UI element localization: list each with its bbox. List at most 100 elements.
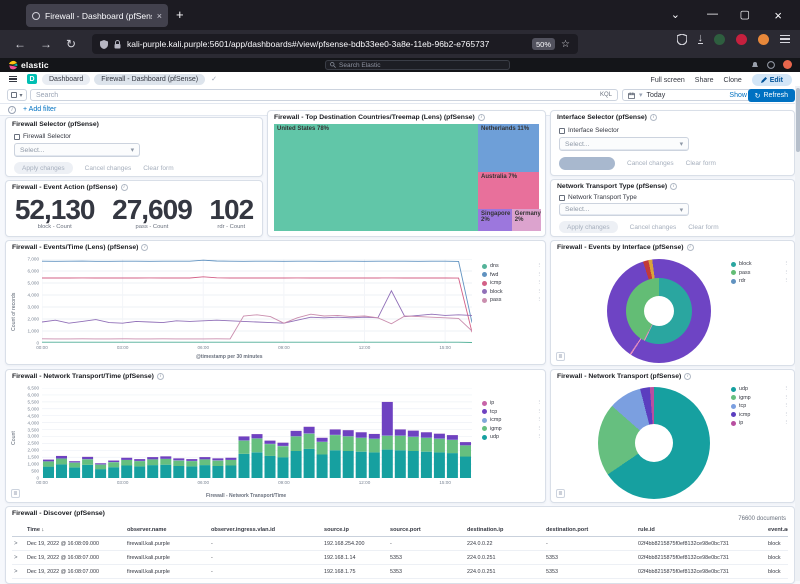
date-range-value[interactable]: Today bbox=[647, 92, 666, 99]
legend-item-udp[interactable]: udp⋮ bbox=[731, 386, 789, 392]
legend-item-rdr[interactable]: rdr⋮ bbox=[731, 278, 789, 284]
column-header[interactable]: event.action bbox=[766, 524, 788, 537]
interface-selector-dropdown[interactable]: Select...▾ bbox=[559, 137, 689, 151]
bar-chart[interactable] bbox=[42, 388, 472, 478]
info-icon[interactable]: i bbox=[157, 373, 164, 380]
global-search-input[interactable]: Search Elastic bbox=[325, 60, 510, 70]
legend-actions-icon[interactable]: ⋮ bbox=[537, 400, 543, 406]
legend-toggle-icon[interactable]: ≣ bbox=[556, 352, 565, 361]
dashboard-app-icon[interactable]: D bbox=[27, 74, 37, 84]
clear-form-button[interactable]: Clear form bbox=[686, 160, 716, 167]
legend-actions-icon[interactable]: ⋮ bbox=[784, 278, 790, 284]
legend-item-block[interactable]: block⋮ bbox=[482, 289, 542, 295]
legend-actions-icon[interactable]: ⋮ bbox=[784, 270, 790, 276]
cancel-changes-button[interactable]: Cancel changes bbox=[627, 160, 674, 167]
help-icon[interactable] bbox=[767, 61, 775, 69]
legend-actions-icon[interactable]: ⋮ bbox=[784, 261, 790, 267]
legend-actions-icon[interactable]: ⋮ bbox=[784, 386, 790, 392]
downloads-icon[interactable]: ↓ bbox=[698, 34, 704, 44]
row-expand-icon[interactable]: > bbox=[12, 551, 25, 565]
user-avatar[interactable] bbox=[783, 60, 792, 69]
extension-icon-green[interactable] bbox=[714, 34, 725, 45]
info-icon[interactable]: i bbox=[687, 244, 694, 251]
column-header[interactable]: source.ip bbox=[322, 524, 388, 537]
edit-button[interactable]: Edit bbox=[752, 74, 792, 86]
page-scrollbar[interactable] bbox=[795, 86, 800, 581]
legend-toggle-icon[interactable]: ≣ bbox=[11, 489, 20, 498]
legend-item-igmp[interactable]: igmp⋮ bbox=[731, 395, 789, 401]
legend-actions-icon[interactable]: ⋮ bbox=[537, 263, 543, 269]
treemap-slice[interactable]: Australia 7% bbox=[478, 172, 539, 208]
legend-item-pass[interactable]: pass⋮ bbox=[482, 297, 542, 303]
row-expand-icon[interactable]: > bbox=[12, 537, 25, 551]
breadcrumb-dashboard[interactable]: Dashboard bbox=[42, 74, 90, 85]
window-close-button[interactable]: × bbox=[774, 8, 782, 23]
fullscreen-link[interactable]: Full screen bbox=[651, 77, 685, 84]
clear-form-button[interactable]: Clear form bbox=[688, 224, 718, 231]
legend-item-ip[interactable]: ip⋮ bbox=[731, 420, 789, 426]
info-icon[interactable]: i bbox=[121, 184, 128, 191]
legend-actions-icon[interactable]: ⋮ bbox=[537, 280, 543, 286]
menu-hamburger-icon[interactable] bbox=[780, 33, 790, 45]
protections-shield-icon[interactable] bbox=[677, 34, 687, 45]
firewall-selector-dropdown[interactable]: Select...▾ bbox=[14, 143, 140, 157]
nav-menu-icon[interactable] bbox=[9, 74, 17, 84]
treemap-slice[interactable]: United States 78% bbox=[274, 124, 478, 231]
column-header[interactable]: observer.name bbox=[125, 524, 209, 537]
share-link[interactable]: Share bbox=[695, 77, 714, 84]
reload-icon[interactable]: ↻ bbox=[66, 37, 76, 51]
bookmark-star-icon[interactable]: ☆ bbox=[561, 39, 570, 50]
shield-permissions-icon[interactable] bbox=[100, 40, 108, 49]
info-icon[interactable]: i bbox=[670, 183, 677, 190]
window-minimize-button[interactable]: — bbox=[707, 8, 718, 20]
kql-badge[interactable]: KQL bbox=[600, 92, 612, 98]
scrollbar-thumb[interactable] bbox=[796, 88, 800, 152]
tab-close-icon[interactable]: × bbox=[157, 11, 162, 21]
account-icon[interactable] bbox=[758, 34, 769, 45]
add-filter-link[interactable]: + Add filter bbox=[23, 106, 56, 113]
refresh-button[interactable]: ↻ Refresh bbox=[748, 89, 795, 102]
legend-toggle-icon[interactable]: ≣ bbox=[556, 489, 565, 498]
cancel-changes-button[interactable]: Cancel changes bbox=[85, 165, 132, 172]
legend-actions-icon[interactable]: ⋮ bbox=[537, 289, 543, 295]
legend-actions-icon[interactable]: ⋮ bbox=[784, 420, 790, 426]
legend-item-fwd[interactable]: fwd⋮ bbox=[482, 272, 542, 278]
cancel-changes-button[interactable]: Cancel changes bbox=[630, 224, 677, 231]
info-icon[interactable]: i bbox=[478, 114, 485, 121]
transport-type-dropdown[interactable]: Select...▾ bbox=[559, 203, 689, 216]
zoom-level-badge[interactable]: 50% bbox=[532, 38, 555, 50]
legend-item-tcp[interactable]: tcp⋮ bbox=[482, 409, 542, 415]
back-icon[interactable]: ← bbox=[14, 37, 26, 51]
apply-changes-button[interactable]: Apply changes bbox=[559, 221, 618, 233]
clear-form-button[interactable]: Clear form bbox=[143, 165, 173, 172]
lock-icon[interactable] bbox=[114, 40, 121, 49]
apply-changes-button[interactable]: Apply changes bbox=[14, 162, 73, 174]
legend-actions-icon[interactable]: ⋮ bbox=[537, 297, 543, 303]
elastic-logo[interactable]: elastic bbox=[8, 60, 49, 70]
row-expand-icon[interactable]: > bbox=[12, 579, 25, 584]
legend-item-pass[interactable]: pass⋮ bbox=[731, 270, 789, 276]
treemap-slice[interactable]: Germany 2% bbox=[512, 209, 541, 231]
column-header[interactable]: source.port bbox=[388, 524, 465, 537]
column-header[interactable]: destination.port bbox=[544, 524, 636, 537]
column-header[interactable]: Time ↓ bbox=[25, 524, 125, 537]
browser-tab[interactable]: Firewall - Dashboard (pfSense) × bbox=[26, 4, 168, 27]
info-icon[interactable]: i bbox=[684, 373, 691, 380]
treemap-slice[interactable]: Netherlands 11% bbox=[478, 124, 539, 172]
legend-item-icmp[interactable]: icmp⋮ bbox=[482, 417, 542, 423]
url-text[interactable]: kali-purple.kali.purple:5601/app/dashboa… bbox=[127, 39, 526, 49]
legend-actions-icon[interactable]: ⋮ bbox=[784, 412, 790, 418]
treemap-chart[interactable]: United States 78% Netherlands 11% Austra… bbox=[274, 124, 539, 231]
line-chart[interactable] bbox=[42, 259, 472, 343]
legend-item-icmp[interactable]: icmp⋮ bbox=[731, 412, 789, 418]
extension-icon-red[interactable] bbox=[736, 34, 747, 45]
legend-actions-icon[interactable]: ⋮ bbox=[537, 272, 543, 278]
legend-actions-icon[interactable]: ⋮ bbox=[537, 417, 543, 423]
legend-item-udp[interactable]: udp⋮ bbox=[482, 434, 542, 440]
legend-item-ip[interactable]: ip⋮ bbox=[482, 400, 542, 406]
list-tabs-icon[interactable]: ⌄ bbox=[671, 8, 680, 21]
legend-item-tcp[interactable]: tcp⋮ bbox=[731, 403, 789, 409]
notifications-icon[interactable] bbox=[751, 61, 759, 69]
url-bar[interactable]: kali-purple.kali.purple:5601/app/dashboa… bbox=[92, 34, 578, 54]
new-tab-button[interactable]: + bbox=[176, 7, 184, 22]
